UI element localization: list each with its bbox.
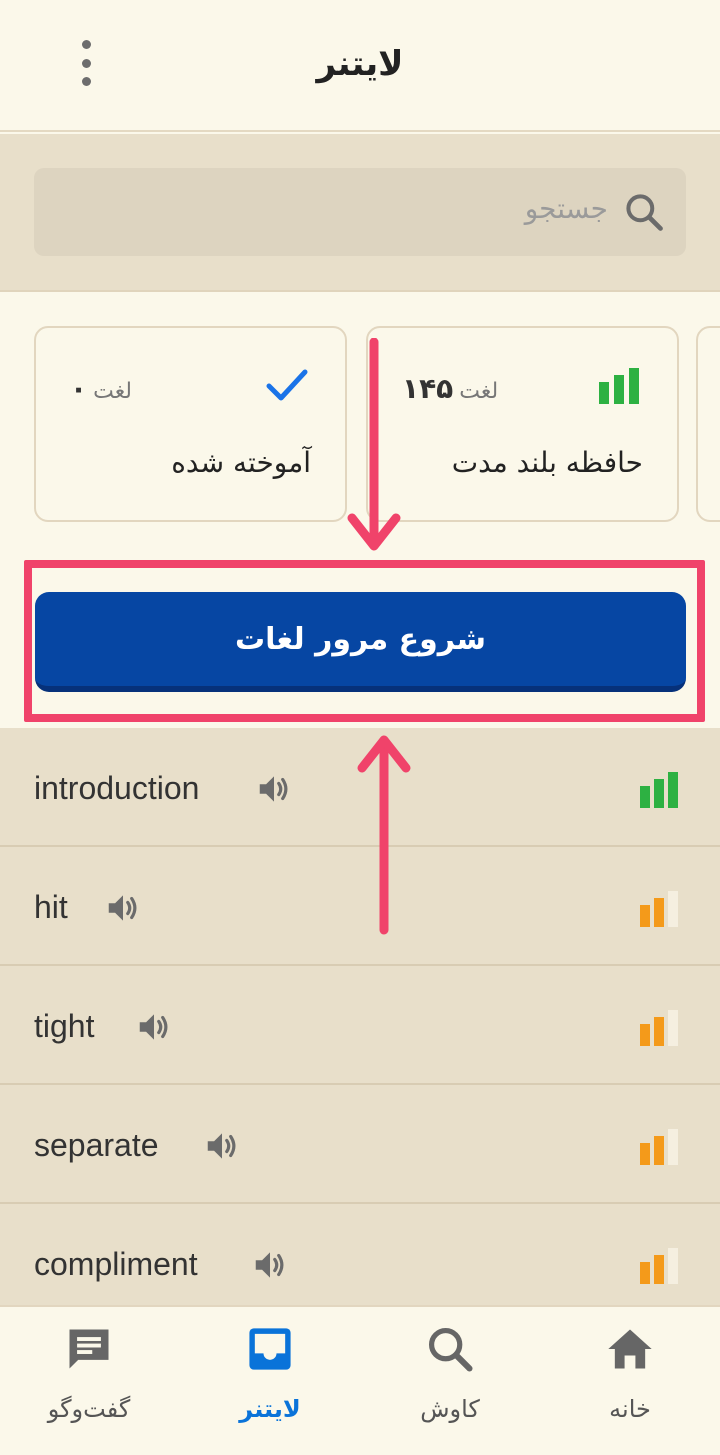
long-term-count: ۱۴۵	[402, 372, 454, 405]
word-text: hit	[34, 889, 68, 925]
long-term-card[interactable]: لغت ۱۴۵ حافظه بلند مدت	[366, 326, 679, 522]
level-bars-icon	[640, 772, 678, 808]
speaker-icon[interactable]	[102, 889, 144, 927]
next-card-peek[interactable]	[696, 326, 720, 522]
learned-count: ۰	[70, 372, 88, 405]
level-bars-icon	[640, 891, 678, 927]
long-term-count-row: لغت ۱۴۵	[402, 372, 498, 405]
arrow-down-annotation	[347, 338, 401, 551]
level-bars-icon	[640, 1129, 678, 1165]
chat-icon	[69, 1329, 109, 1369]
home-icon	[608, 1329, 652, 1369]
learned-title: آموخته شده	[171, 446, 311, 479]
check-icon	[266, 369, 308, 401]
learned-card[interactable]: لغت ۰ آموخته شده	[34, 326, 347, 522]
long-term-title: حافظه بلند مدت	[451, 446, 643, 479]
page-title: لایتنر	[316, 44, 404, 84]
inbox-icon	[249, 1328, 291, 1370]
nav-item-chat[interactable]: گفت‌وگو	[24, 1323, 154, 1443]
nav-label-leitner: لایتنر	[239, 1395, 301, 1423]
speaker-icon[interactable]	[201, 1127, 243, 1165]
search-band: جستجو	[0, 134, 720, 292]
bottom-nav: گفت‌وگو لایتنر کاوش خانه	[0, 1305, 720, 1455]
nav-label-explore: کاوش	[420, 1395, 480, 1423]
nav-label-chat: گفت‌وگو	[47, 1395, 131, 1423]
speaker-icon[interactable]	[133, 1008, 175, 1046]
nav-label-home: خانه	[609, 1395, 651, 1423]
level-bars-icon	[640, 1248, 678, 1284]
nav-item-explore[interactable]: کاوش	[385, 1323, 515, 1443]
speaker-icon[interactable]	[249, 1246, 291, 1284]
nav-item-leitner[interactable]: لایتنر	[205, 1323, 335, 1443]
level-bars-icon	[640, 1010, 678, 1046]
long-term-count-label: لغت	[459, 379, 499, 404]
speaker-icon[interactable]	[253, 770, 295, 808]
search-icon	[626, 194, 663, 231]
learned-count-row: لغت ۰	[70, 372, 132, 405]
list-item[interactable]: separate	[0, 1085, 720, 1204]
arrow-up-annotation	[357, 735, 411, 935]
app-bar: لایتنر	[0, 0, 720, 132]
signal-full-icon	[599, 368, 639, 404]
search-placeholder: جستجو	[524, 192, 608, 225]
list-item[interactable]: tight	[0, 966, 720, 1085]
word-text: separate	[34, 1127, 159, 1163]
learned-count-label: لغت	[93, 379, 133, 404]
word-text: tight	[34, 1008, 95, 1044]
word-text: introduction	[34, 770, 200, 806]
list-item[interactable]: compliment	[0, 1204, 720, 1305]
nav-item-home[interactable]: خانه	[565, 1323, 695, 1443]
search-input[interactable]: جستجو	[34, 168, 686, 256]
word-text: compliment	[34, 1246, 198, 1282]
search-icon	[428, 1327, 473, 1372]
start-review-button[interactable]: شروع مرور لغات	[35, 592, 686, 692]
